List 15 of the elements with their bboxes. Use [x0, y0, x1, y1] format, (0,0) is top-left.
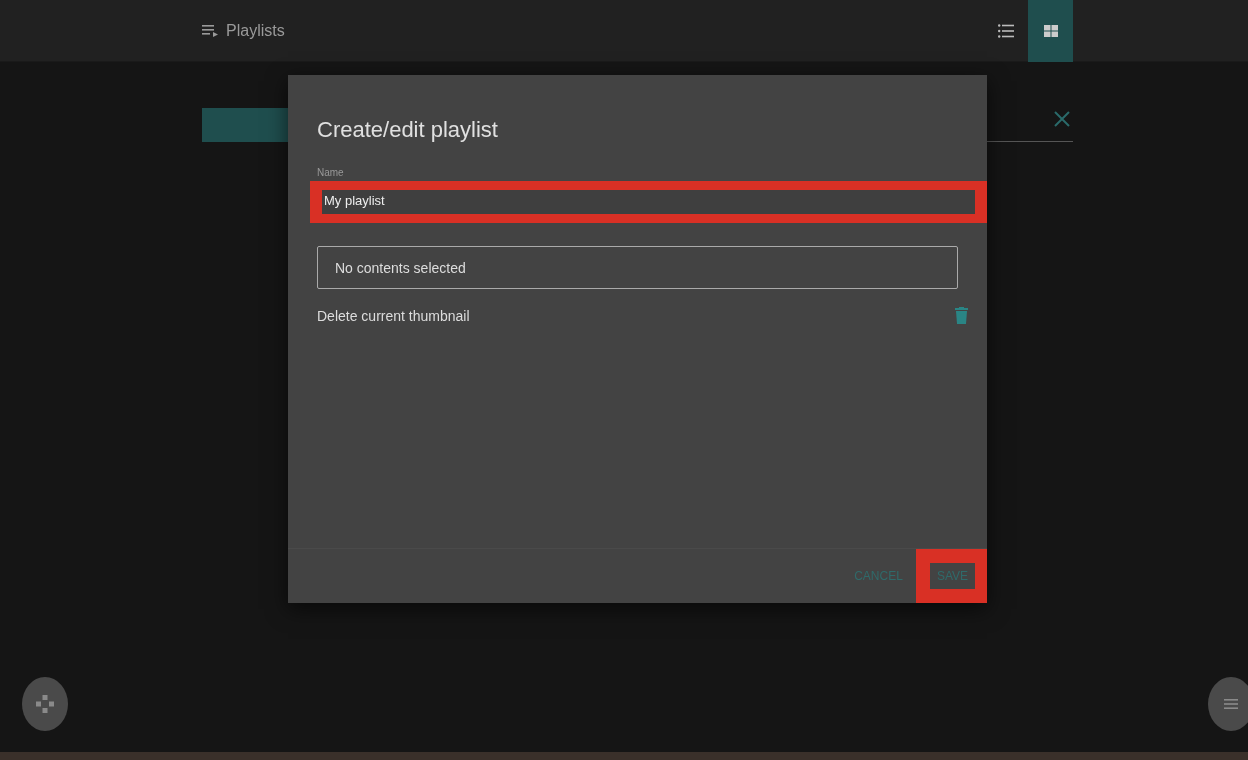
- close-icon[interactable]: [1054, 111, 1070, 127]
- delete-thumbnail-label: Delete current thumbnail: [317, 307, 470, 324]
- contents-field[interactable]: No contents selected: [317, 246, 958, 289]
- list-icon: [997, 24, 1014, 38]
- menu-icon: [1224, 698, 1238, 710]
- menu-button[interactable]: [1208, 677, 1248, 731]
- grid-icon: [1043, 25, 1058, 37]
- name-input-field[interactable]: My playlist: [322, 190, 975, 214]
- gamepad-button[interactable]: [22, 677, 68, 731]
- dialog-title: Create/edit playlist: [317, 117, 499, 143]
- gamepad-icon: [36, 695, 54, 713]
- grid-view-button[interactable]: [1028, 0, 1073, 62]
- page-title: Playlists: [226, 21, 285, 40]
- field-label: Name: [317, 167, 345, 178]
- playlist-icon: [202, 24, 218, 37]
